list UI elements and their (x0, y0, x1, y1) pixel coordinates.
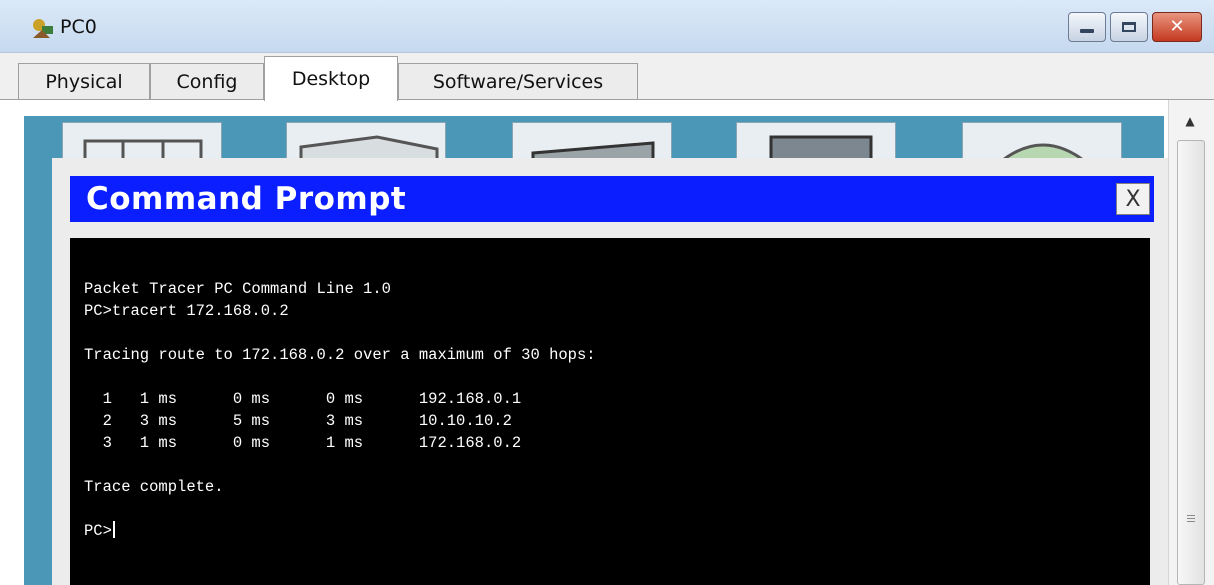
window-titlebar: PC0 ✕ (0, 0, 1214, 53)
command-prompt-close-button[interactable]: X (1116, 183, 1150, 215)
minimize-button[interactable] (1068, 12, 1106, 42)
web-browser-app-icon[interactable] (962, 122, 1122, 163)
window-icon (83, 139, 203, 163)
command-prompt-title: Command Prompt (86, 181, 407, 217)
terminal-line: 3 1 ms 0 ms 1 ms 172.168.0.2 (102, 434, 522, 452)
minimize-icon (1080, 29, 1094, 33)
scroll-up-arrow-icon[interactable]: ▲ (1177, 108, 1203, 134)
tab-bar: Physical Config Desktop Software/Service… (0, 53, 1214, 101)
tab-label: Physical (45, 70, 123, 93)
terminal-line: Trace complete. (84, 478, 224, 496)
command-prompt-app-icon[interactable] (736, 122, 896, 163)
tab-label: Desktop (291, 68, 371, 90)
monitor-icon (531, 141, 655, 163)
window-controls: ✕ (1064, 12, 1202, 44)
terminal-line: Packet Tracer PC Command Line 1.0 (84, 280, 391, 298)
terminal-line: Tracing route to 172.168.0.2 over a maxi… (84, 346, 596, 364)
terminal-app-icon[interactable] (512, 122, 672, 163)
tab-label: Software/Services (432, 70, 604, 93)
tab-software-services[interactable]: Software/Services (398, 63, 638, 99)
scroll-thumb[interactable] (1177, 140, 1205, 585)
text-cursor (112, 521, 115, 538)
tab-config[interactable]: Config (150, 63, 264, 99)
ip-configuration-app-icon[interactable] (62, 122, 222, 163)
grip-icon (1187, 515, 1195, 524)
screen-icon (769, 135, 873, 163)
close-icon: ✕ (1169, 16, 1185, 37)
terminal-output[interactable]: Packet Tracer PC Command Line 1.0 PC>tra… (70, 238, 1150, 585)
terminal-line: 2 3 ms 5 ms 3 ms 10.10.10.2 (102, 412, 512, 430)
tab-physical[interactable]: Physical (18, 63, 150, 99)
terminal-text: Packet Tracer PC Command Line 1.0 PC>tra… (84, 278, 596, 542)
tab-desktop[interactable]: Desktop (264, 56, 398, 101)
terminal-lines: Packet Tracer PC Command Line 1.0 PC>tra… (84, 280, 596, 496)
terminal-line: PC>tracert 172.168.0.2 (84, 302, 289, 320)
command-prompt-header: Command Prompt X (70, 176, 1154, 222)
terminal-prompt: PC> (84, 522, 112, 540)
command-prompt-window: Command Prompt X Packet Tracer PC Comman… (52, 158, 1168, 585)
vertical-scrollbar[interactable]: ▲ (1168, 100, 1214, 585)
tab-label: Config (176, 70, 238, 93)
close-window-button[interactable]: ✕ (1152, 12, 1202, 42)
terminal-line: 1 1 ms 0 ms 0 ms 192.168.0.1 (102, 390, 522, 408)
window-title: PC0 (60, 16, 97, 38)
pc-icon (33, 19, 53, 38)
dialup-app-icon[interactable] (286, 122, 446, 163)
maximize-icon (1122, 22, 1136, 32)
maximize-button[interactable] (1110, 12, 1148, 42)
globe-icon (998, 143, 1088, 163)
modem-icon (299, 135, 439, 163)
